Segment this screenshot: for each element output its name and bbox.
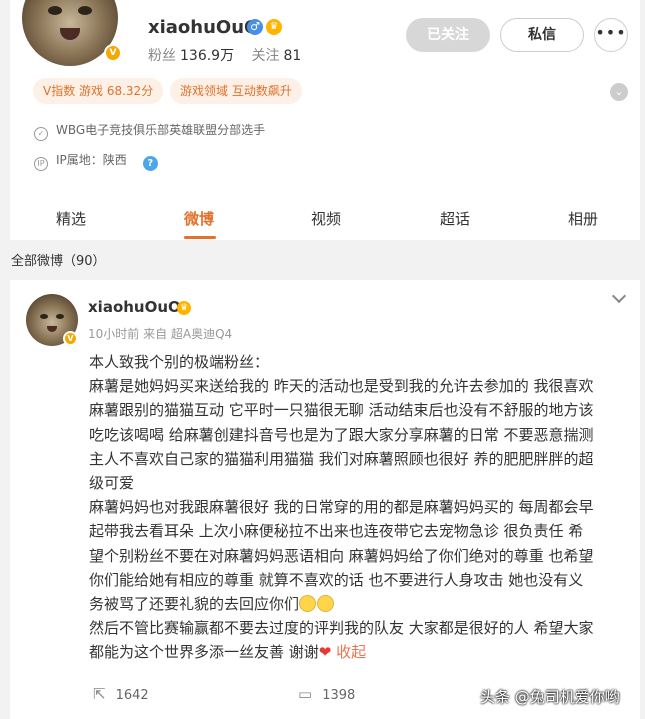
post-line-last: 都能为这个世界多添一丝友善 谢谢❤ 收起 (89, 640, 629, 664)
post-line: 起带我去看耳朵 上次小麻便秘拉不出来也连夜带它去宠物急诊 很负责任 希 (89, 522, 584, 541)
post-line: 然后不管比赛输赢都不要去过度的评判我的队友 大家都是很好的人 希望大家 (89, 619, 594, 638)
post-line: 级可爱 (89, 474, 135, 493)
message-button[interactable]: 私信 (500, 18, 584, 52)
v-index-tag[interactable]: V指数 游戏 68.32分 (33, 78, 164, 104)
collapse-link[interactable]: 收起 (336, 643, 366, 661)
help-question-icon[interactable]: ? (142, 156, 158, 171)
shield-icon: ✓ (34, 127, 48, 141)
post-line: 本人致我个别的极端粉丝： (89, 353, 270, 371)
active-tab-indicator (184, 236, 216, 239)
interaction-tag[interactable]: 游戏领域 互动数飙升 (170, 78, 302, 104)
smile-emoji-icon (299, 595, 317, 613)
repost-count: 1642 (115, 688, 149, 703)
profile-username: xiaohuOuO (148, 17, 260, 38)
profile-stats: 粉丝 136.9万 关注 81 (148, 45, 305, 65)
post-meta: 10小时前 来自 超A奥迪Q4 (88, 327, 233, 341)
tab-video[interactable]: 视频 (311, 208, 341, 229)
followed-button[interactable]: 已关注 (406, 18, 490, 52)
fans-count[interactable]: 136.9万 (180, 48, 234, 64)
post-line-with-emoji: 务被骂了还要礼貌的去回应你们 (89, 592, 629, 616)
post-line-text: 都能为这个世界多添一丝友善 谢谢 (89, 643, 319, 662)
post-line: 麻薯跟别的猫猫互动 它平时一只猫很无聊 活动结束后也没有不舒服的地方该 (89, 401, 594, 420)
heart-icon: ❤ (318, 643, 332, 662)
following-count[interactable]: 81 (283, 48, 301, 64)
post-line: 主人不喜欢自己家的猫猫利用猫猫 我们对麻薯照顾也很好 养的肥肥胖胖的超 (89, 449, 594, 468)
post-line: 吃吃该喝喝 给麻薯创建抖音号也是为了跟大家分享麻薯的日常 不要恶意揣测 (89, 425, 594, 444)
more-options-button[interactable]: ••• (594, 18, 628, 52)
repost-icon: ⇱ (93, 685, 106, 703)
post-line: 望个别粉丝不要在对麻薯妈妈恶语相向 麻薯妈妈给了你们绝对的尊重 也希望 (89, 546, 594, 565)
post-verified-badge-icon: V (63, 331, 78, 346)
verified-badge-icon: V (104, 44, 122, 62)
fans-label: 粉丝 (148, 48, 176, 64)
comment-button[interactable]: ▭ 1398 (298, 685, 355, 703)
repost-button[interactable]: ⇱ 1642 (93, 685, 149, 703)
smile-emoji-icon (317, 595, 335, 613)
tab-supertopic[interactable]: 超话 (440, 208, 470, 229)
following-label: 关注 (251, 48, 280, 64)
vip-crown-icon: ♛ (266, 19, 282, 35)
tab-album[interactable]: 相册 (568, 208, 598, 229)
post-vip-crown-icon: ♛ (177, 301, 191, 315)
male-gender-icon: ♂ (247, 19, 263, 35)
verify-info: ✓ WBG电子竞技俱乐部英雄联盟分部选手 (34, 121, 265, 141)
post-username[interactable]: xiaohuOuO (88, 298, 181, 316)
post-line: 麻薯妈妈也对我跟麻薯很好 我的日常穿的用的都是麻薯妈妈买的 每周都会早 (89, 498, 594, 517)
ip-text: IP属地：陕西 (56, 153, 127, 167)
post-line: 麻薯是她妈妈买来送给我的 昨天的活动也是受到我的允许去参加的 我很喜欢 (89, 377, 594, 396)
comment-icon: ▭ (298, 685, 313, 703)
tab-featured[interactable]: 精选 (56, 208, 86, 229)
ip-icon: IP (34, 157, 48, 171)
ip-info: IP IP属地：陕西? (34, 151, 158, 171)
all-weibo-count[interactable]: 全部微博（90） (11, 250, 106, 269)
post-line-text: 务被骂了还要礼貌的去回应你们 (89, 595, 300, 614)
tab-weibo[interactable]: 微博 (184, 208, 214, 229)
verify-text: WBG电子竞技俱乐部英雄联盟分部选手 (56, 123, 266, 137)
watermark: 头条 @兔司机爱你哟 (480, 688, 620, 706)
post-body: 本人致我个别的极端粉丝： 麻薯是她妈妈买来送给我的 昨天的活动也是受到我的允许去… (89, 350, 629, 665)
expand-chevron-icon[interactable]: ⌄ (610, 83, 628, 101)
comment-count: 1398 (322, 688, 356, 703)
post-line: 你们能给她有相应的尊重 就算不喜欢的话 也不要进行人身攻击 她也没有义 (89, 570, 584, 589)
